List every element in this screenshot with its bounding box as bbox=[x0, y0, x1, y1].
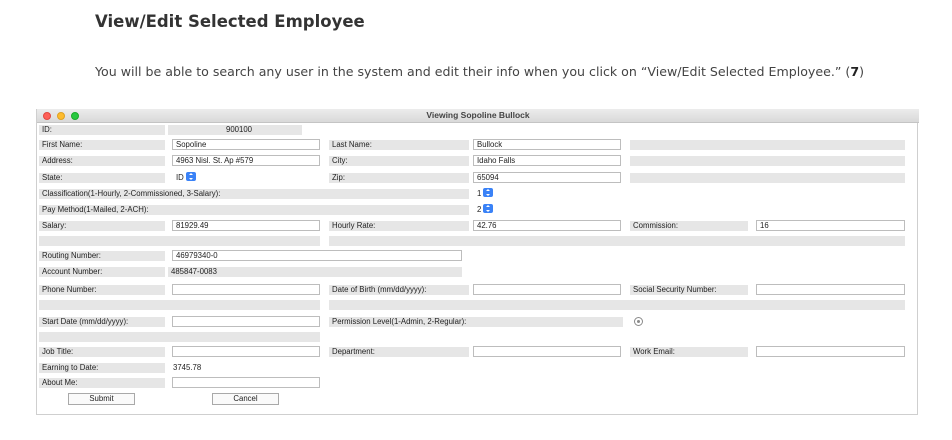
first-name-field[interactable]: Sopoline bbox=[172, 139, 320, 150]
id-label: ID: bbox=[39, 125, 165, 135]
commission-field[interactable]: 16 bbox=[756, 220, 905, 231]
window-titlebar: Viewing Sopoline Bullock bbox=[37, 109, 919, 123]
pay-method-select-value: 2 bbox=[477, 205, 482, 214]
zip-field[interactable]: 65094 bbox=[473, 172, 621, 183]
chevron-up-down-icon[interactable] bbox=[483, 204, 494, 213]
account-number-label: Account Number: bbox=[39, 267, 165, 277]
state-select[interactable]: ID bbox=[173, 172, 233, 183]
address-field[interactable]: 4963 Nisl. St. Ap #579 bbox=[172, 155, 320, 166]
window-title: Viewing Sopoline Bullock bbox=[426, 110, 530, 120]
cancel-button[interactable]: Cancel bbox=[212, 393, 279, 405]
first-name-label: First Name: bbox=[39, 140, 165, 150]
phone-number-label: Phone Number: bbox=[39, 285, 165, 295]
city-field[interactable]: Idaho Falls bbox=[473, 155, 621, 166]
start-date-field[interactable] bbox=[172, 316, 320, 327]
last-name-label: Last Name: bbox=[329, 140, 469, 150]
hourly-rate-field[interactable]: 42.76 bbox=[473, 220, 621, 231]
job-title-label: Job Title: bbox=[39, 347, 165, 357]
start-date-label: Start Date (mm/dd/yyyy): bbox=[39, 317, 165, 327]
permission-level-label: Permission Level(1-Admin, 2-Regular): bbox=[329, 317, 623, 327]
salary-label: Salary: bbox=[39, 221, 165, 231]
about-me-label: About Me: bbox=[39, 378, 165, 388]
job-title-field[interactable] bbox=[172, 346, 320, 357]
pay-method-label: Pay Method(1-Mailed, 2-ACH): bbox=[39, 205, 469, 215]
about-me-field[interactable] bbox=[172, 377, 320, 388]
routing-number-field[interactable]: 46979340-0 bbox=[172, 250, 462, 261]
permission-level-radio[interactable] bbox=[634, 317, 643, 326]
empty-cell bbox=[39, 332, 320, 342]
state-select-value: ID bbox=[176, 173, 184, 182]
chevron-up-down-icon[interactable] bbox=[483, 188, 494, 197]
date-of-birth-field[interactable] bbox=[473, 284, 621, 295]
doc-paragraph: You will be able to search any user in t… bbox=[95, 64, 864, 79]
routing-number-label: Routing Number: bbox=[39, 251, 165, 261]
classification-select[interactable]: 1 bbox=[474, 188, 534, 199]
department-label: Department: bbox=[329, 347, 469, 357]
doc-heading: View/Edit Selected Employee bbox=[95, 12, 365, 31]
pay-method-select[interactable]: 2 bbox=[474, 204, 534, 215]
empty-cell bbox=[630, 173, 905, 183]
doc-paragraph-number: 7 bbox=[850, 64, 860, 79]
doc-paragraph-end: ) bbox=[859, 64, 864, 79]
empty-cell bbox=[329, 236, 905, 246]
date-of-birth-label: Date of Birth (mm/dd/yyyy): bbox=[329, 285, 469, 295]
hourly-rate-label: Hourly Rate: bbox=[329, 221, 469, 231]
classification-select-value: 1 bbox=[477, 189, 482, 198]
work-email-field[interactable] bbox=[756, 346, 905, 357]
city-label: City: bbox=[329, 156, 469, 166]
salary-field[interactable]: 81929.49 bbox=[172, 220, 320, 231]
ssn-field[interactable] bbox=[756, 284, 905, 295]
account-number-value: 485847-0083 bbox=[168, 267, 462, 277]
department-field[interactable] bbox=[473, 346, 621, 357]
zip-label: Zip: bbox=[329, 173, 469, 183]
empty-cell bbox=[329, 300, 905, 310]
ssn-label: Social Security Number: bbox=[630, 285, 748, 295]
empty-cell bbox=[39, 236, 320, 246]
classification-label: Classification(1-Hourly, 2-Commissioned,… bbox=[39, 189, 469, 199]
address-label: Address: bbox=[39, 156, 165, 166]
doc-paragraph-text: You will be able to search any user in t… bbox=[95, 64, 851, 79]
phone-number-field[interactable] bbox=[172, 284, 320, 295]
last-name-field[interactable]: Bullock bbox=[473, 139, 621, 150]
chevron-up-down-icon[interactable] bbox=[185, 172, 196, 181]
empty-cell bbox=[630, 156, 905, 166]
commission-label: Commission: bbox=[630, 221, 748, 231]
earning-to-date-value: 3745.78 bbox=[173, 363, 202, 372]
state-label: State: bbox=[39, 173, 165, 183]
earning-to-date-label: Earning to Date: bbox=[39, 363, 165, 373]
empty-cell bbox=[630, 140, 905, 150]
submit-button[interactable]: Submit bbox=[68, 393, 135, 405]
empty-cell bbox=[39, 300, 320, 310]
id-value: 900100 bbox=[168, 125, 302, 135]
work-email-label: Work Email: bbox=[630, 347, 748, 357]
employee-window: Viewing Sopoline Bullock ID: 900100 Firs… bbox=[36, 109, 919, 415]
